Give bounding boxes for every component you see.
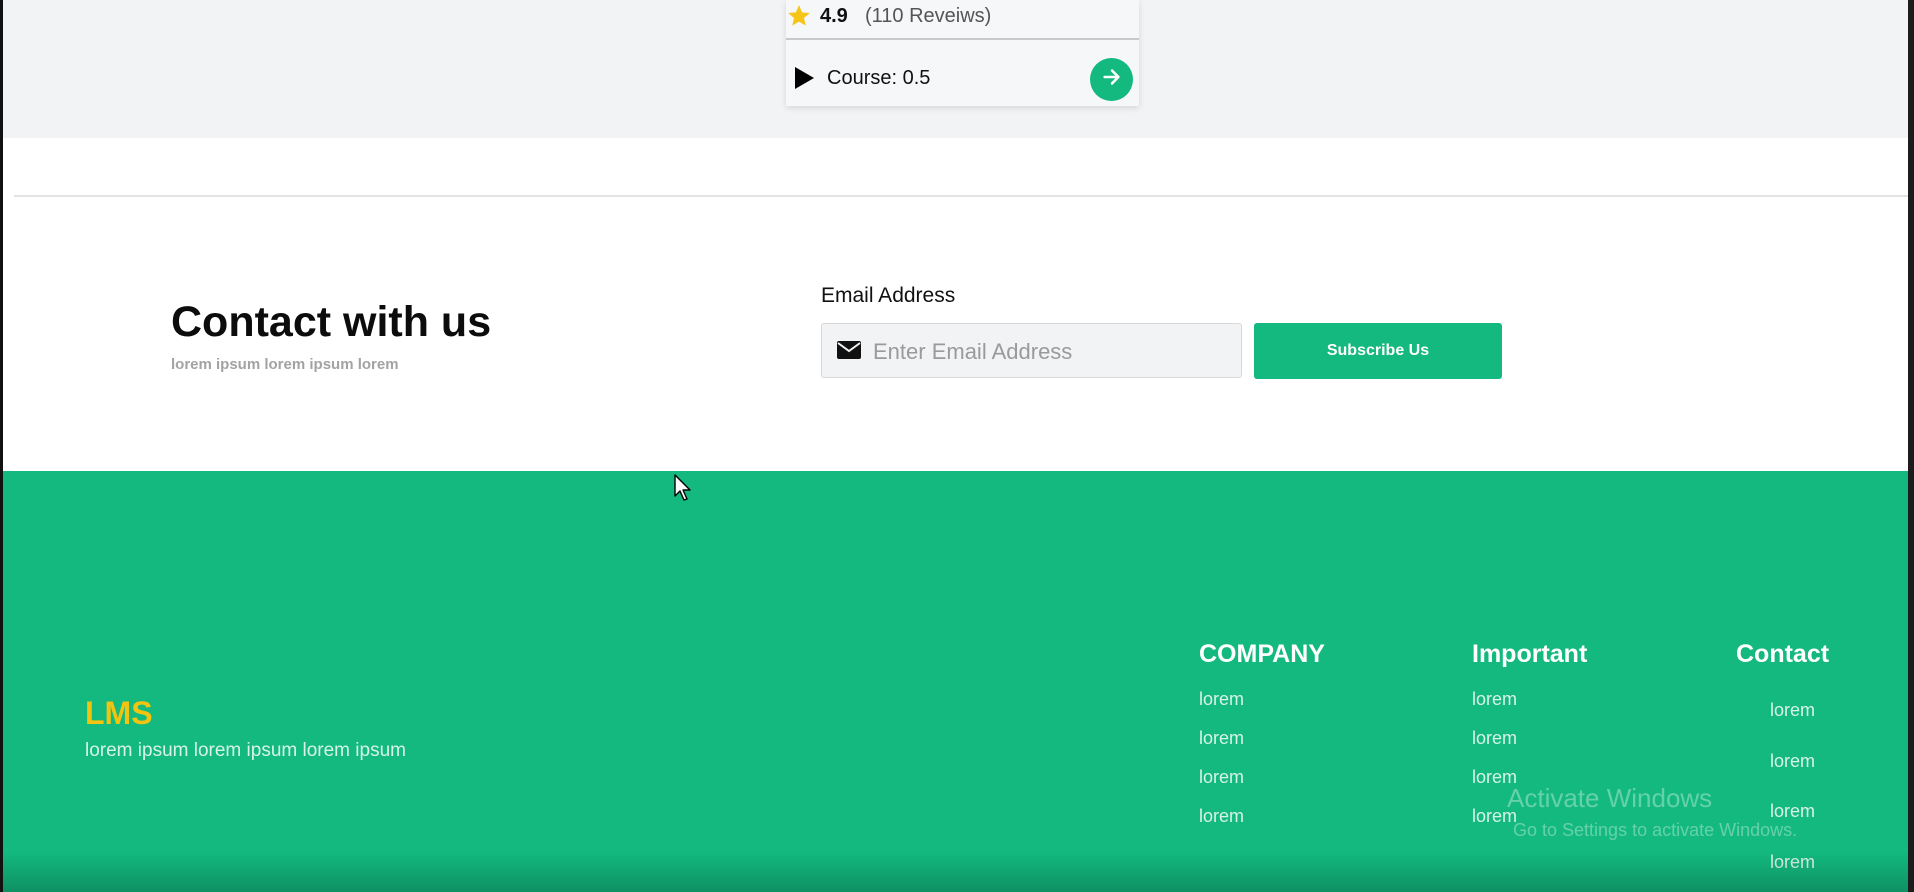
- footer-link[interactable]: lorem: [1199, 806, 1244, 827]
- window-right-edge: [1908, 0, 1914, 892]
- footer-heading-important: Important: [1472, 640, 1588, 668]
- footer-link[interactable]: lorem: [1199, 728, 1244, 749]
- contact-title: Contact with us: [171, 298, 492, 346]
- email-input[interactable]: [871, 324, 1235, 379]
- footer-link[interactable]: lorem: [1770, 751, 1815, 772]
- rating-value: 4.9: [820, 5, 848, 27]
- windows-activation-subtitle: Go to Settings to activate Windows.: [1513, 820, 1798, 840]
- arrow-right-icon: [1101, 66, 1123, 93]
- section-divider: [14, 195, 1908, 197]
- footer-link[interactable]: lorem: [1472, 728, 1517, 749]
- course-label: Course: 0.5: [827, 67, 931, 89]
- footer-link[interactable]: lorem: [1770, 801, 1815, 822]
- mail-icon: [837, 341, 861, 359]
- email-label: Email Address: [821, 284, 956, 307]
- subscribe-button[interactable]: Subscribe Us: [1254, 323, 1502, 379]
- rating-reviews: (110 Reveiws): [865, 5, 992, 27]
- footer-heading-contact: Contact: [1736, 640, 1830, 668]
- footer: LMS lorem ipsum lorem ipsum lorem ipsum …: [3, 471, 1908, 892]
- course-go-button[interactable]: [1090, 58, 1133, 101]
- brand-logo[interactable]: LMS: [85, 695, 153, 732]
- footer-link[interactable]: lorem: [1770, 700, 1815, 721]
- footer-heading-company: COMPANY: [1199, 640, 1325, 668]
- footer-link[interactable]: lorem: [1472, 689, 1517, 710]
- play-icon: [793, 66, 815, 90]
- courses-section: 4.9 (110 Reveiws) Course: 0.5: [3, 0, 1908, 138]
- windows-activation-title: Activate Windows: [1507, 783, 1713, 813]
- rating-row: 4.9 (110 Reveiws): [786, 0, 1139, 40]
- star-icon: [786, 3, 812, 29]
- course-card[interactable]: 4.9 (110 Reveiws) Course: 0.5: [786, 0, 1139, 106]
- brand-tagline: lorem ipsum lorem ipsum lorem ipsum: [85, 740, 406, 761]
- footer-link[interactable]: lorem: [1199, 689, 1244, 710]
- footer-bottom-shade: [3, 852, 1908, 892]
- email-field[interactable]: [821, 323, 1242, 379]
- course-row: Course: 0.5: [786, 40, 1139, 106]
- footer-link[interactable]: lorem: [1199, 767, 1244, 788]
- mouse-cursor-icon: [674, 474, 692, 502]
- contact-subtitle: lorem ipsum lorem ipsum lorem: [171, 356, 399, 373]
